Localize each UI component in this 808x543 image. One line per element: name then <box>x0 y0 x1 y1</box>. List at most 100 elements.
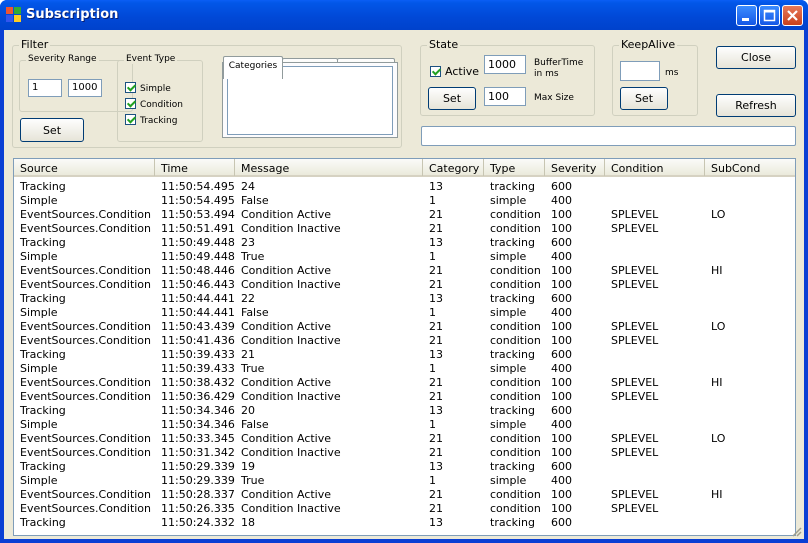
table-row[interactable]: Simple 11:50:39.433 True 1 simple 400 <box>14 362 795 376</box>
table-row[interactable]: EventSources.Condition 11:50:41.436 Condit… <box>14 334 795 348</box>
column-header-condition[interactable]: Condition <box>605 159 705 176</box>
cell-type: condition <box>490 334 541 347</box>
cell-source: Tracking <box>20 292 66 305</box>
table-row[interactable]: Simple 11:50:54.495 False 1 simple 400 <box>14 194 795 208</box>
minimize-icon <box>742 18 749 21</box>
close-window-button[interactable] <box>782 5 803 26</box>
table-row[interactable]: EventSources.Condition 11:50:51.491 Condit… <box>14 222 795 236</box>
cell-source: EventSources.Condition <box>20 502 152 515</box>
keepalive-set-button[interactable]: Set <box>620 87 668 110</box>
table-row[interactable]: EventSources.Condition 11:50:26.335 Condit… <box>14 502 795 516</box>
cell-condition: SPLEVEL <box>611 446 659 459</box>
max-size-input[interactable]: 100 <box>484 87 526 106</box>
cell-source: EventSources.Condition <box>20 208 152 221</box>
cell-severity: 100 <box>551 264 572 277</box>
buffer-time-label: BufferTime in ms <box>534 58 584 79</box>
cell-source: Simple <box>20 418 58 431</box>
severity-high-input[interactable]: 1000 <box>68 79 102 97</box>
state-set-button[interactable]: Set <box>428 87 476 110</box>
cell-source: EventSources.Condition <box>20 264 152 277</box>
cell-message: False <box>241 306 269 319</box>
table-row[interactable]: EventSources.Condition 11:50:53.494 Condit… <box>14 208 795 222</box>
active-checkbox[interactable]: Active <box>430 65 479 78</box>
cell-category: 13 <box>429 460 443 473</box>
events-grid[interactable]: Source Time Message Category Type Severity Con… <box>13 158 796 536</box>
cell-source: Tracking <box>20 516 66 529</box>
table-row[interactable]: EventSources.Condition 11:50:31.342 Condit… <box>14 446 795 460</box>
cell-category: 21 <box>429 208 443 221</box>
table-row[interactable]: Simple 11:50:34.346 False 1 simple 400 <box>14 418 795 432</box>
table-row[interactable]: EventSources.Condition 11:50:36.429 Condit… <box>14 390 795 404</box>
simple-checkbox[interactable]: Simple <box>125 82 171 94</box>
table-row[interactable]: EventSources.Condition 11:50:46.443 Condit… <box>14 278 795 292</box>
maximize-button[interactable] <box>759 5 780 26</box>
table-row[interactable]: Tracking 11:50:39.433 21 13 tracking 600 <box>14 348 795 362</box>
table-row[interactable]: EventSources.Condition 11:50:38.432 Condit… <box>14 376 795 390</box>
cell-type: condition <box>490 264 541 277</box>
checkmark-icon <box>125 82 136 93</box>
cell-severity: 400 <box>551 474 572 487</box>
cell-category: 21 <box>429 222 443 235</box>
cell-category: 21 <box>429 376 443 389</box>
cell-type: tracking <box>490 292 536 305</box>
table-row[interactable]: Tracking 11:50:54.495 24 13 tracking 600 <box>14 180 795 194</box>
cell-condition: SPLEVEL <box>611 208 659 221</box>
cell-message: 21 <box>241 348 255 361</box>
table-row[interactable]: Tracking 11:50:49.448 23 13 tracking 600 <box>14 236 795 250</box>
title-bar[interactable]: Subscription <box>0 0 808 30</box>
severity-low-input[interactable]: 1 <box>28 79 62 97</box>
tracking-checkbox[interactable]: Tracking <box>125 114 177 126</box>
column-header-time[interactable]: Time <box>155 159 235 176</box>
table-row[interactable]: Tracking 11:50:44.441 22 13 tracking 600 <box>14 292 795 306</box>
cell-message: Condition Active <box>241 376 332 389</box>
cell-time: 11:50:39.433 <box>161 362 235 375</box>
column-header-subcond[interactable]: SubCond <box>705 159 795 176</box>
keepalive-input[interactable] <box>620 61 660 81</box>
column-header-source[interactable]: Source <box>14 159 155 176</box>
cell-category: 21 <box>429 320 443 333</box>
buffer-time-input[interactable]: 1000 <box>484 55 526 74</box>
cell-message: Condition Inactive <box>241 446 341 459</box>
table-row[interactable]: EventSources.Condition 11:50:33.345 Condit… <box>14 432 795 446</box>
cell-type: condition <box>490 488 541 501</box>
cell-type: condition <box>490 376 541 389</box>
window-title: Subscription <box>26 7 119 22</box>
refresh-button[interactable]: Refresh <box>716 94 796 117</box>
cell-message: False <box>241 418 269 431</box>
table-row[interactable]: Simple 11:50:29.339 True 1 simple 400 <box>14 474 795 488</box>
resize-grip-icon[interactable] <box>790 525 802 537</box>
column-header-category[interactable]: Category <box>423 159 484 176</box>
table-row[interactable]: Tracking 11:50:34.346 20 13 tracking 600 <box>14 404 795 418</box>
keepalive-unit-label: ms <box>665 68 679 78</box>
cell-source: EventSources.Condition <box>20 222 152 235</box>
column-header-type[interactable]: Type <box>484 159 545 176</box>
table-row[interactable]: Tracking 11:50:29.339 19 13 tracking 600 <box>14 460 795 474</box>
cell-source: Simple <box>20 194 58 207</box>
condition-checkbox[interactable]: Condition <box>125 98 183 110</box>
table-row[interactable]: EventSources.Condition 11:50:28.337 Condit… <box>14 488 795 502</box>
cell-time: 11:50:44.441 <box>161 292 235 305</box>
cell-time: 11:50:26.335 <box>161 502 235 515</box>
cell-message: True <box>241 362 265 375</box>
cell-severity: 400 <box>551 194 572 207</box>
table-row[interactable]: Tracking 11:50:24.332 18 13 tracking 600 <box>14 516 795 530</box>
filter-set-button[interactable]: Set <box>20 118 84 142</box>
table-row[interactable]: EventSources.Condition 11:50:48.446 Condit… <box>14 264 795 278</box>
table-row[interactable]: Simple 11:50:44.441 False 1 simple 400 <box>14 306 795 320</box>
column-header-message[interactable]: Message <box>235 159 423 176</box>
cell-severity: 100 <box>551 208 572 221</box>
close-button[interactable]: Close <box>716 46 796 69</box>
cell-type: tracking <box>490 516 536 529</box>
table-row[interactable]: EventSources.Condition 11:50:43.439 Condit… <box>14 320 795 334</box>
column-header-severity[interactable]: Severity <box>545 159 605 176</box>
minimize-button[interactable] <box>736 5 757 26</box>
cell-condition: SPLEVEL <box>611 488 659 501</box>
table-row[interactable]: Simple 11:50:49.448 True 1 simple 400 <box>14 250 795 264</box>
tab-categories[interactable]: Categories <box>223 56 283 79</box>
checkmark-icon <box>430 66 441 77</box>
cell-type: simple <box>490 250 527 263</box>
cell-category: 13 <box>429 292 443 305</box>
cell-subcond: LO <box>711 320 726 333</box>
cell-time: 11:50:43.439 <box>161 320 235 333</box>
state-group: State Active 1000 BufferTime in ms Set 1… <box>420 38 595 116</box>
